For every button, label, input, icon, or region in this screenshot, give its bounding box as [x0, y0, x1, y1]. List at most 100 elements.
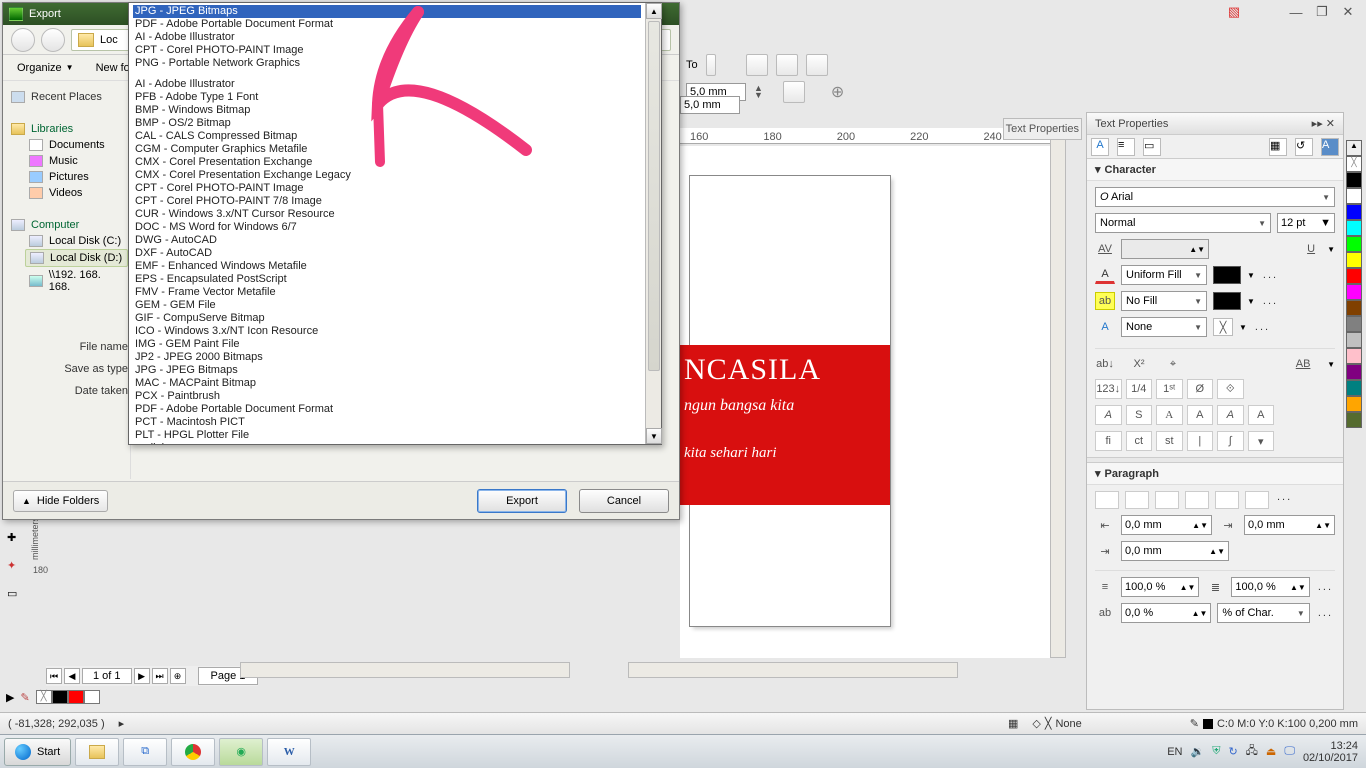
palette-swatch[interactable]	[1346, 348, 1362, 364]
glyph-icon[interactable]: A	[1095, 405, 1122, 425]
filetype-option[interactable]: JPG - JPEG Bitmaps	[133, 364, 641, 377]
drive-c[interactable]: Local Disk (C:)	[25, 233, 128, 249]
filetype-option[interactable]: PCT - Macintosh PICT	[133, 416, 641, 429]
filetype-option[interactable]: CPT - Corel PHOTO-PAINT Image	[133, 44, 641, 57]
filetype-option[interactable]: PNG - Portable Network Graphics	[133, 57, 641, 70]
align-more-button[interactable]: ...	[1275, 491, 1294, 509]
underline-icon[interactable]: U	[1301, 240, 1321, 258]
filetype-option[interactable]: BMP - OS/2 Bitmap	[133, 117, 641, 130]
tab-a-icon[interactable]: A	[1321, 138, 1339, 156]
glyph-icon[interactable]: A	[1217, 405, 1244, 425]
filetype-option[interactable]: CUR - Windows 3.x/NT Cursor Resource	[133, 208, 641, 221]
filetype-option[interactable]: GEM - GEM File	[133, 299, 641, 312]
tray-display-icon[interactable]: 🖵	[1284, 745, 1295, 758]
scroll-down-button[interactable]: ▼	[646, 428, 662, 444]
filetype-option[interactable]: FMV - Frame Vector Metafile	[133, 286, 641, 299]
font-size-input[interactable]: 12 pt▼	[1277, 213, 1335, 233]
export-button[interactable]: Export	[477, 489, 567, 513]
page-prev-button[interactable]: ◀	[64, 668, 80, 684]
tab-paragraph-icon[interactable]: ≡	[1117, 138, 1135, 156]
tool-icon[interactable]: ✦	[6, 558, 28, 580]
toolbar-button[interactable]	[706, 54, 716, 76]
lig-icon[interactable]: fi	[1095, 431, 1122, 451]
filetype-option[interactable]: PDF - Adobe Portable Document Format	[133, 403, 641, 416]
tray-volume-icon[interactable]: 🔉	[1190, 745, 1204, 758]
tray-clock[interactable]: 13:24 02/10/2017	[1303, 740, 1358, 764]
align-right-icon[interactable]	[1155, 491, 1179, 509]
filetype-option[interactable]: CAL - CALS Compressed Bitmap	[133, 130, 641, 143]
char-spacing-unit[interactable]: % of Char.▼	[1217, 603, 1309, 623]
fill-more-button[interactable]: ...	[1261, 269, 1280, 281]
outline-type-select[interactable]: None▼	[1121, 317, 1207, 337]
indent-left-input[interactable]: 0,0 mm▲▼	[1121, 515, 1212, 535]
libraries-videos[interactable]: Videos	[25, 185, 128, 201]
fill-swatch[interactable]	[1213, 266, 1241, 284]
canvas-vscroll[interactable]	[1050, 130, 1066, 658]
palette-swatch[interactable]	[1346, 204, 1362, 220]
tab-character-icon[interactable]: A	[1091, 138, 1109, 156]
toolbar-button[interactable]	[806, 54, 828, 76]
swatch-black[interactable]	[52, 690, 68, 704]
filetype-option[interactable]: JPG - JPEG Bitmaps	[133, 5, 641, 18]
palette-swatch[interactable]	[1346, 236, 1362, 252]
superscript-icon[interactable]: X²	[1129, 355, 1149, 373]
taskbar-explorer[interactable]	[75, 738, 119, 766]
palette-swatch[interactable]	[1346, 364, 1362, 380]
outline-x-icon[interactable]: ╳	[1213, 318, 1233, 336]
swatch-red[interactable]	[68, 690, 84, 704]
recent-places[interactable]: Recent Places	[11, 91, 128, 103]
ot-slashzero-icon[interactable]: Ø	[1187, 379, 1214, 399]
chevron-down-icon[interactable]: ▾	[1095, 467, 1101, 480]
tray-lang[interactable]: EN	[1167, 746, 1182, 758]
lig-icon[interactable]: |	[1187, 431, 1214, 451]
pct1-input[interactable]: 100,0 %▲▼	[1121, 577, 1199, 597]
start-button[interactable]: Start	[4, 738, 71, 766]
taskbar-chrome[interactable]	[171, 738, 215, 766]
filetype-option[interactable]: IMG - GEM Paint File	[133, 338, 641, 351]
position-icon[interactable]: ⌖	[1163, 355, 1183, 373]
docker-options-icon[interactable]: ▸▸ ✕	[1312, 117, 1335, 130]
subscript-icon[interactable]: ab↓	[1095, 355, 1115, 373]
palette-swatch[interactable]	[1346, 380, 1362, 396]
font-style-select[interactable]: Normal▼	[1095, 213, 1271, 233]
filetype-option[interactable]: CMX - Corel Presentation Exchange	[133, 156, 641, 169]
outline-more-button[interactable]: ...	[1253, 321, 1272, 333]
toolbar-button[interactable]	[783, 81, 805, 103]
taskbar-coreldraw[interactable]: ◉	[219, 738, 263, 766]
tab-settings-icon[interactable]: ▦	[1269, 138, 1287, 156]
palette-swatch[interactable]	[1346, 188, 1362, 204]
filetype-option[interactable]: PFB - Adobe Type 1 Font	[133, 91, 641, 104]
swatch-white[interactable]	[84, 690, 100, 704]
palette-swatch[interactable]	[1346, 220, 1362, 236]
window-close-icon[interactable]: ✕	[1338, 4, 1358, 20]
toolbar-button[interactable]	[776, 54, 798, 76]
palette-swatch[interactable]	[1346, 252, 1362, 268]
taskbar-word[interactable]: W	[267, 738, 311, 766]
glyph-icon[interactable]: A	[1156, 405, 1183, 425]
palette-none[interactable]: ╳	[1346, 156, 1362, 172]
filetype-option[interactable]: GIF - CompuServe Bitmap	[133, 312, 641, 325]
tab-reset-icon[interactable]: ↺	[1295, 138, 1313, 156]
align-left-icon[interactable]	[1095, 491, 1119, 509]
filetype-option[interactable]: DOC - MS Word for Windows 6/7	[133, 221, 641, 234]
align-center-icon[interactable]	[1125, 491, 1149, 509]
document-red-banner[interactable]: NCASILA ngun bangsa kita kita sehari har…	[680, 345, 890, 505]
scroll-thumb[interactable]	[648, 21, 660, 371]
ot-link-icon[interactable]: ⟐	[1217, 379, 1244, 399]
filetype-option[interactable]: BMP - Windows Bitmap	[133, 104, 641, 117]
save-type-dropdown[interactable]: JPG - JPEG Bitmaps PDF - Adobe Portable D…	[128, 2, 662, 445]
hide-folders-button[interactable]: ▲Hide Folders	[13, 490, 108, 512]
computer-header[interactable]: Computer	[11, 219, 128, 231]
docker-side-tab[interactable]: Text Properties	[1003, 118, 1082, 140]
nav-forward-button[interactable]	[41, 28, 65, 52]
char-spacing-more-button[interactable]: ...	[1316, 607, 1335, 619]
page-add-button[interactable]: ⊕	[170, 668, 186, 684]
canvas-hscroll-right[interactable]	[628, 662, 958, 678]
page-last-button[interactable]: ⏭	[152, 668, 168, 684]
drive-d[interactable]: Local Disk (D:)	[25, 249, 128, 267]
filetype-option[interactable]: AI - Adobe Illustrator	[133, 78, 641, 91]
network-location[interactable]: \\192. 168. 168.	[25, 267, 128, 295]
pct2-input[interactable]: 100,0 %▲▼	[1231, 577, 1309, 597]
taskbar-app-2[interactable]: ⧉	[123, 738, 167, 766]
font-family-select[interactable]: O Arial▼	[1095, 187, 1335, 207]
